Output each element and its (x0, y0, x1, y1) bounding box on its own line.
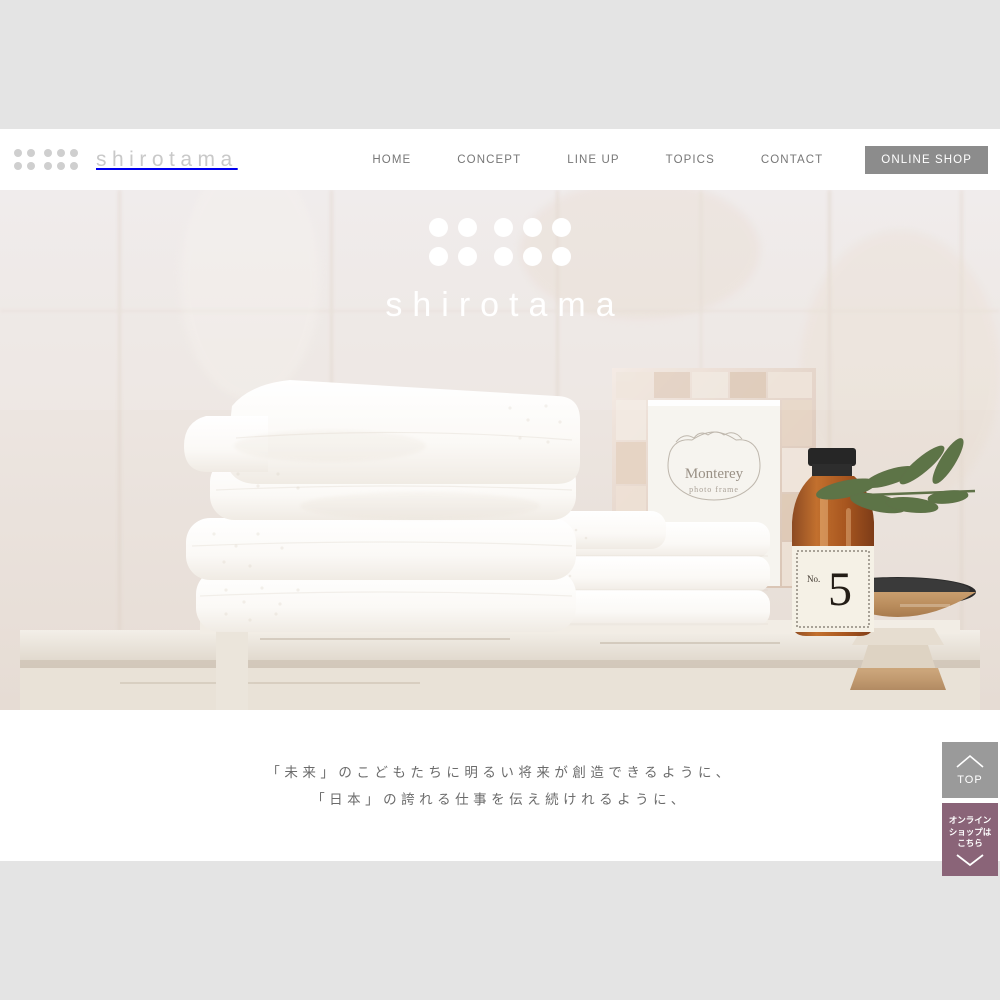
towel-stack-main (184, 380, 580, 632)
brand-name: shirotama (96, 148, 238, 171)
bottle-label-prefix: No. (807, 574, 820, 584)
page-bottom-filler (0, 861, 1000, 1000)
hero-brand-name: shirotama (385, 286, 625, 324)
logo-dot-group-right (44, 149, 78, 170)
online-shop-side-line-2: ショップは (948, 826, 992, 837)
online-shop-side-line-1: オンライン (948, 815, 992, 826)
six-dots-logo-icon (429, 218, 571, 266)
frame-title: Monterey (685, 466, 744, 482)
hero-logo-dot-group-right (494, 218, 571, 266)
online-shop-side-button[interactable]: オンライン ショップは こちら (942, 803, 998, 876)
hero-logo-dot-group-left (429, 218, 477, 266)
nav-contact[interactable]: CONTACT (761, 154, 823, 166)
logo-dot-group-left (14, 149, 35, 170)
floating-side-rail: TOP オンライン ショップは こちら (942, 742, 998, 876)
bottle-number: 5 (828, 563, 852, 616)
chevron-up-icon (955, 754, 985, 772)
tagline-section: 「未来」のこどもたちに明るい将来が創造できるように、 「日本」の誇れる仕事を伝え… (0, 710, 1000, 861)
scroll-to-top-label: TOP (957, 774, 983, 786)
site-header: shirotama HOME CONCEPT LINE UP TOPICS CO… (0, 129, 1000, 190)
nav-home[interactable]: HOME (372, 154, 411, 166)
main-navigation: HOME CONCEPT LINE UP TOPICS CONTACT ONLI… (372, 129, 1000, 190)
chevron-down-icon (954, 852, 986, 871)
frame-subtitle: photo frame (689, 485, 739, 494)
tagline-line-1: 「未来」のこどもたちに明るい将来が創造できるように、 (266, 764, 734, 780)
online-shop-side-label: オンライン ショップは こちら (949, 815, 992, 849)
six-dots-logo-icon (14, 149, 78, 170)
hero-brand-overlay: shirotama (0, 218, 1000, 322)
tagline-line-2: 「日本」の誇れる仕事を伝え続けれるように、 (311, 791, 689, 807)
brand-logo-link[interactable]: shirotama (14, 149, 238, 170)
nav-topics[interactable]: TOPICS (666, 154, 715, 166)
nav-concept[interactable]: CONCEPT (457, 154, 521, 166)
nav-line-up[interactable]: LINE UP (567, 154, 619, 166)
scroll-to-top-button[interactable]: TOP (942, 742, 998, 798)
page-top-filler (0, 0, 1000, 129)
hero-banner: Monterey photo frame decoras No. 5 (0, 190, 1000, 710)
online-shop-side-line-3: こちら (957, 838, 983, 849)
online-shop-button[interactable]: ONLINE SHOP (865, 145, 988, 174)
